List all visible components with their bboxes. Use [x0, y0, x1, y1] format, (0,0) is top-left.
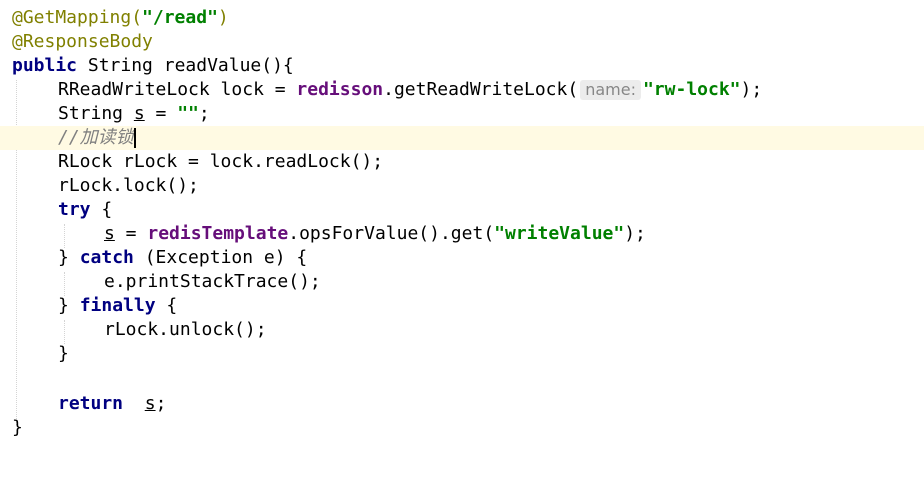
code-line-5[interactable]: String s = "";: [0, 102, 924, 126]
code-line-2[interactable]: @ResponseBody: [0, 30, 924, 54]
code-text: RLock rLock = lock.readLock();: [58, 151, 384, 172]
code-line-3[interactable]: public String readValue(){: [0, 54, 924, 78]
keyword: return: [58, 393, 124, 414]
field-reference: redisTemplate: [147, 223, 289, 244]
code-editor[interactable]: @GetMapping("/read") @ResponseBody publi…: [0, 0, 924, 473]
code-text: }: [58, 247, 80, 268]
keyword: try: [58, 199, 91, 220]
variable: s: [104, 223, 115, 244]
code-line-18[interactable]: }: [0, 416, 924, 440]
code-text: );: [624, 223, 646, 244]
field-reference: redisson: [296, 79, 384, 100]
code-text: {: [155, 295, 178, 316]
keyword: catch: [79, 247, 134, 268]
comment: //加读锁: [58, 127, 134, 148]
code-line-14[interactable]: rLock.unlock();: [0, 318, 924, 342]
string-literal: "/read": [142, 7, 218, 28]
code-line-10[interactable]: s = redisTemplate.opsForValue().get("wri…: [0, 222, 924, 246]
code-line-13[interactable]: } finally {: [0, 294, 924, 318]
keyword: finally: [79, 295, 156, 316]
code-line-1[interactable]: @GetMapping("/read"): [0, 6, 924, 30]
code-text: =: [114, 223, 148, 244]
code-line-11[interactable]: } catch (Exception e) {: [0, 246, 924, 270]
code-text: rLock.lock();: [58, 175, 199, 196]
keyword: public: [12, 55, 78, 76]
code-line-17[interactable]: return s;: [0, 392, 924, 416]
code-text: e.printStackTrace();: [104, 271, 321, 292]
code-text: .opsForValue().get(: [288, 223, 495, 244]
code-line-12[interactable]: e.printStackTrace();: [0, 270, 924, 294]
code-text: ;: [198, 103, 210, 124]
annotation: @GetMapping(: [12, 7, 143, 28]
variable: s: [133, 103, 145, 124]
code-text: rLock.unlock();: [104, 319, 267, 340]
parameter-hint: name:: [580, 80, 641, 100]
annotation: @ResponseBody: [12, 31, 153, 52]
variable: s: [144, 393, 156, 414]
code-text: );: [740, 79, 763, 100]
string-literal: "rw-lock": [642, 79, 741, 100]
string-literal: "": [177, 103, 199, 124]
code-line-4[interactable]: RReadWriteLock lock = redisson.getReadWr…: [0, 78, 924, 102]
code-line-8[interactable]: rLock.lock();: [0, 174, 924, 198]
code-text: RReadWriteLock lock =: [58, 79, 297, 100]
code-text: String: [58, 103, 134, 124]
code-text: .getReadWriteLock(: [383, 79, 579, 100]
code-line-9[interactable]: try {: [0, 198, 924, 222]
code-text: }: [58, 295, 80, 316]
code-text: (Exception e) {: [133, 247, 308, 268]
code-text: }: [12, 417, 23, 438]
code-line-6-current[interactable]: //加读锁: [0, 126, 924, 150]
string-literal: "writeValue": [494, 223, 625, 244]
code-line-16-empty[interactable]: [0, 366, 924, 390]
code-text: ;: [155, 393, 167, 414]
code-text: }: [58, 343, 69, 364]
code-line-7[interactable]: RLock rLock = lock.readLock();: [0, 150, 924, 174]
text-caret: [133, 128, 136, 148]
code-text: =: [144, 103, 178, 124]
code-line-15[interactable]: }: [0, 342, 924, 366]
code-text: {: [90, 199, 113, 220]
annotation: ): [217, 7, 229, 28]
code-text: String readValue(){: [77, 55, 294, 76]
